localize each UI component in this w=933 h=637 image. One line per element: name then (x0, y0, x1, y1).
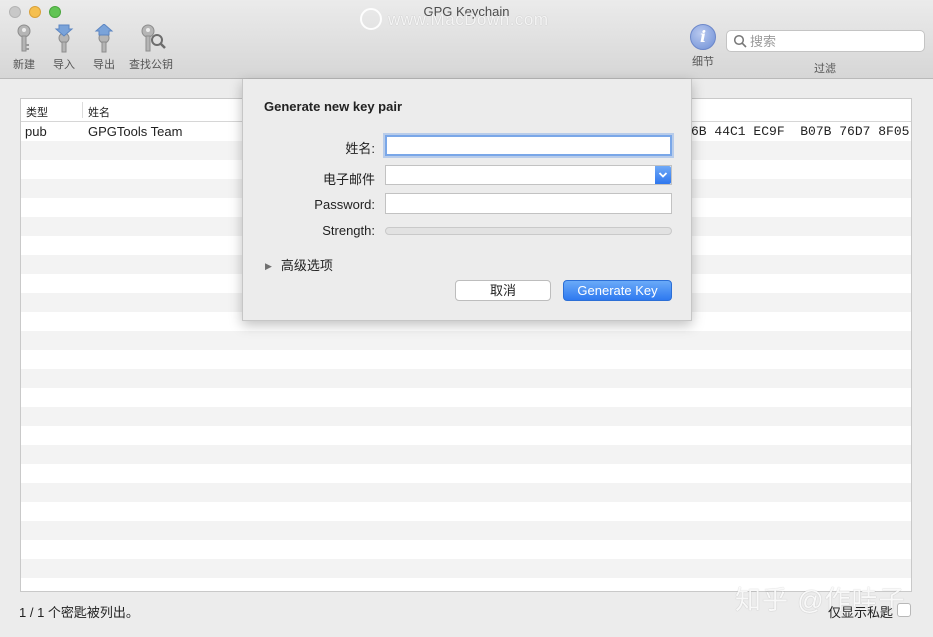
column-header-type[interactable]: 类型 (26, 104, 48, 120)
import-button[interactable]: 导入 (50, 24, 78, 72)
secret-only-checkbox[interactable] (897, 603, 911, 617)
advanced-options-disclosure[interactable]: ▶ 高级选项 (265, 255, 333, 274)
generate-key-button[interactable]: Generate Key (563, 280, 672, 301)
key-new-icon (17, 24, 31, 52)
chevron-down-icon (658, 172, 668, 178)
info-icon: i (690, 24, 716, 50)
status-count: 1 / 1 个密匙被列出。 (19, 605, 139, 620)
filter-label: 过滤 (814, 63, 836, 75)
search-field[interactable] (726, 30, 925, 52)
column-header-name[interactable]: 姓名 (88, 104, 110, 120)
secret-only-label: 仅显示私匙 (828, 605, 894, 620)
row-type-cell: pub (25, 124, 47, 139)
key-search-icon (141, 24, 166, 52)
lookup-key-button[interactable]: 查找公钥 (126, 24, 176, 72)
details-button[interactable]: i 细节 (688, 24, 718, 69)
row-fingerprint-cell: 6B 44C1 EC9F B07B 76D7 8F05 (691, 124, 910, 139)
key-import-icon (54, 24, 74, 53)
column-divider (82, 102, 83, 118)
generate-key-dialog: Generate new key pair 姓名: 电子邮件 Password:… (242, 79, 692, 321)
title-bar: GPG Keychain www.MacDown.com 新建 导入 导出 查找… (0, 0, 933, 79)
lookup-key-label: 查找公钥 (129, 59, 173, 71)
app-window: GPG Keychain www.MacDown.com 新建 导入 导出 查找… (0, 0, 933, 637)
search-icon (733, 34, 747, 48)
email-combo-box[interactable] (385, 165, 672, 185)
strength-label: Strength: (322, 223, 375, 238)
search-input[interactable] (750, 33, 920, 49)
export-label: 导出 (93, 59, 115, 71)
details-label: 细节 (692, 56, 714, 68)
advanced-options-label: 高级选项 (280, 258, 333, 273)
password-field[interactable] (385, 193, 672, 214)
key-export-icon (94, 24, 114, 53)
password-strength-meter (385, 227, 672, 235)
watermark: www.MacDown.com (360, 8, 549, 30)
new-key-label: 新建 (13, 59, 35, 71)
name-field[interactable] (385, 135, 672, 156)
email-label: 电子邮件 (322, 172, 375, 187)
new-key-button[interactable]: 新建 (10, 24, 38, 72)
email-dropdown-button[interactable] (655, 166, 671, 184)
name-label: 姓名: (345, 141, 375, 156)
password-label: Password: (314, 197, 375, 212)
import-label: 导入 (53, 59, 75, 71)
watermark-logo-icon (360, 8, 382, 30)
row-name-cell: GPGTools Team (88, 124, 183, 139)
export-button[interactable]: 导出 (90, 24, 118, 72)
dialog-title: Generate new key pair (264, 99, 403, 114)
disclosure-triangle-icon: ▶ (265, 261, 272, 271)
cancel-button[interactable]: 取消 (455, 280, 551, 301)
